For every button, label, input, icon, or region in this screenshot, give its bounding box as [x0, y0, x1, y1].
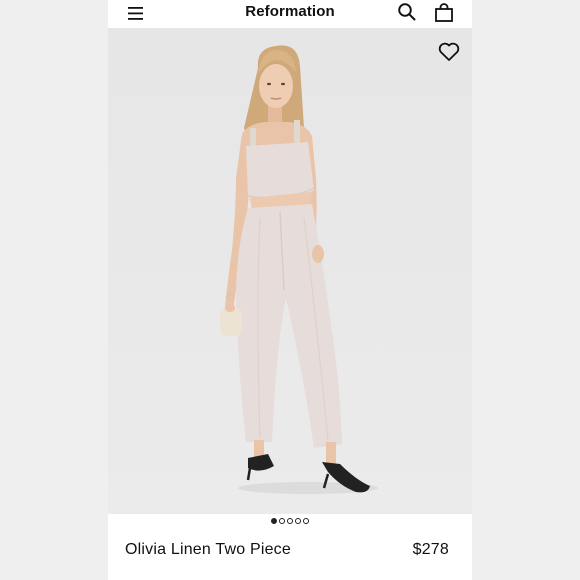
carousel-dot[interactable]: [295, 518, 301, 524]
carousel-dot[interactable]: [279, 518, 285, 524]
product-price: $278: [412, 541, 449, 558]
heart-outline-icon[interactable]: [438, 42, 460, 62]
carousel-dot[interactable]: [271, 518, 277, 524]
brand-logo[interactable]: Reformation: [108, 3, 472, 20]
product-name: Olivia Linen Two Piece: [125, 541, 291, 558]
carousel-dot[interactable]: [303, 518, 309, 524]
model-photo: [220, 45, 378, 494]
carousel-dot[interactable]: [287, 518, 293, 524]
product-image[interactable]: [108, 28, 472, 514]
top-nav-bar: Reformation: [108, 0, 472, 28]
shopping-bag-icon[interactable]: [433, 2, 455, 24]
app-screen: Reformation Olivia Linen Two Piece $278: [108, 0, 472, 580]
hamburger-menu-icon[interactable]: [126, 4, 146, 24]
search-icon[interactable]: [397, 2, 417, 22]
carousel-pagination: [108, 518, 472, 528]
page-backdrop: Reformation Olivia Linen Two Piece $278: [0, 0, 580, 580]
